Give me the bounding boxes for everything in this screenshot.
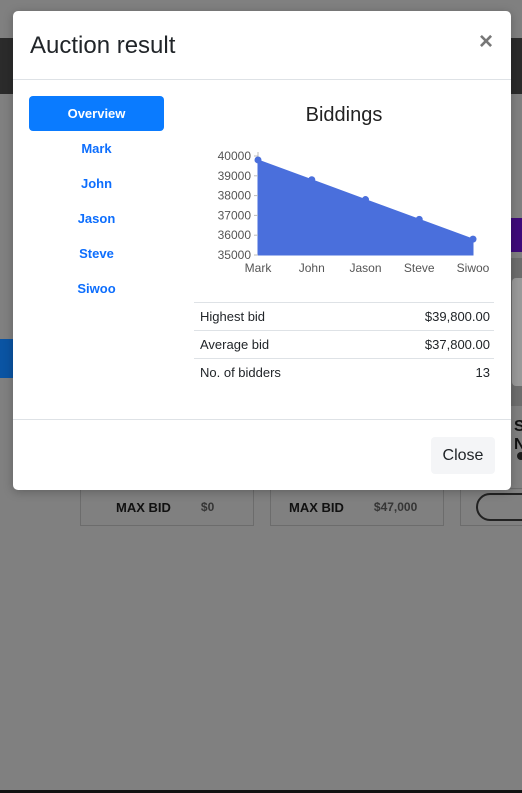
x-tick-label: Mark [245,261,273,275]
close-icon[interactable]: × [476,30,496,54]
tab-siwoo[interactable]: Siwoo [29,271,164,306]
modal-title: Auction result [30,32,176,59]
background-card-title: S N [514,418,522,453]
y-tick-label: 36000 [218,228,252,242]
background-purple-badge [510,218,522,252]
tab-steve[interactable]: Steve [29,236,164,271]
bid-point [362,196,369,204]
tab-mark[interactable]: Mark [29,131,164,166]
bid-point [254,156,262,164]
stat-label: Highest bid [200,309,266,324]
x-tick-label: Jason [349,261,381,275]
stat-row-average-bid: Average bid $37,800.00 [194,330,494,358]
stat-row-highest-bid: Highest bid $39,800.00 [194,302,494,330]
x-tick-label: Siwoo [457,261,490,275]
chart-title: Biddings [305,104,383,126]
y-tick-label: 40000 [218,149,252,163]
bid-point [415,215,423,223]
tab-john[interactable]: John [29,166,164,201]
x-tick-label: John [299,261,325,275]
modal-header: Auction result × [13,11,511,80]
max-bid-value: $47,000 [373,500,418,514]
background-blue-block [0,339,14,378]
x-tick-label: Steve [404,261,435,275]
bid-point [469,235,477,243]
bid-stats-table: Highest bid $39,800.00 Average bid $37,8… [194,302,494,386]
y-tick-label: 39000 [218,169,252,183]
stat-label: Average bid [200,337,270,352]
stat-row-bidder-count: No. of bidders 13 [194,358,494,386]
background-bid-card: MAX BID $0 [80,488,254,526]
background-car-photo [510,258,522,406]
biddings-chart: 35000 36000 37000 38000 39000 40000 Mark John Ja… [218,149,490,275]
max-bid-label: MAX BID [289,499,344,515]
background-bid-card: MAX BID $47,000 [270,488,444,526]
background-avatar [517,452,522,460]
background-bid-button [476,493,522,521]
tab-jason[interactable]: Jason [29,201,164,236]
close-button[interactable]: Close [431,437,495,474]
stat-value: $39,800.00 [424,309,490,324]
tab-overview[interactable]: Overview [29,96,164,131]
bid-point [308,176,316,184]
max-bid-value: $0 [200,500,215,514]
bid-area-series [257,159,474,256]
y-tick-label: 38000 [218,189,252,203]
y-tick-label: 35000 [218,248,252,262]
y-tick-label: 37000 [218,208,252,222]
stat-label: No. of bidders [200,365,281,380]
modal-footer: Close [13,419,511,491]
auction-result-modal: Auction result × Overview Mark John Jaso… [13,11,511,490]
max-bid-label: MAX BID [116,499,171,515]
stat-value: 13 [475,365,490,380]
stat-value: $37,800.00 [424,337,490,352]
